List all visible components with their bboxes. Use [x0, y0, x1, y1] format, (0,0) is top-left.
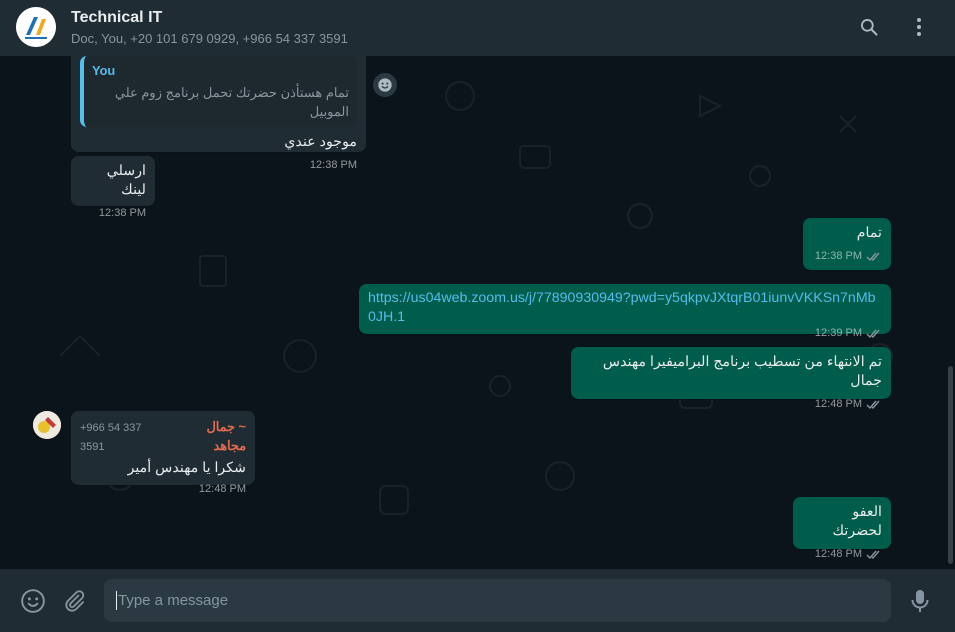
message-bubble-outgoing[interactable]: العفو لحضرتك 12:48 PM: [793, 497, 891, 560]
message-link[interactable]: https://us04web.zoom.us/j/77890930949?pw…: [368, 289, 882, 327]
message-meta: 12:48 PM: [80, 480, 246, 499]
double-check-icon: [866, 252, 880, 262]
scrollbar[interactable]: [948, 366, 953, 564]
quote-author: You: [92, 63, 116, 78]
microphone-icon[interactable]: [906, 587, 934, 615]
message-meta: 12:48 PM: [580, 395, 882, 414]
message-text: موجود عندي: [284, 134, 357, 150]
message-text: شكرا يا مهندس أمير: [127, 460, 246, 476]
message-time: 12:39 PM: [814, 327, 862, 339]
message-text: تمام: [856, 225, 882, 241]
message-bubble-outgoing[interactable]: تم الانتهاء من تسطيب برنامج البراميفيرا …: [571, 347, 891, 410]
message-time: 12:38 PM: [309, 159, 357, 171]
text-caret: [116, 591, 117, 610]
message-meta: 12:39 PM: [368, 324, 882, 343]
emoji-icon[interactable]: [19, 587, 47, 615]
double-check-icon: [866, 400, 880, 410]
double-check-icon: [866, 550, 880, 560]
menu-icon[interactable]: [906, 14, 932, 40]
message-bubble-outgoing[interactable]: https://us04web.zoom.us/j/77890930949?pw…: [359, 284, 891, 339]
message-bubble-incoming[interactable]: You تمام هستأذن حضرتك تحمل برنامج زوم عل…: [71, 56, 366, 171]
message-meta: 12:38 PM: [812, 247, 882, 266]
double-check-icon: [866, 329, 880, 339]
message-time: 12:38 PM: [814, 250, 862, 262]
composer-bar: [0, 569, 955, 632]
message-time: 12:48 PM: [814, 398, 862, 410]
message-time: 12:48 PM: [198, 483, 246, 495]
quote-text: تمام هستأذن حضرتك تحمل برنامج زوم علي ال…: [114, 85, 349, 119]
message-bubble-incoming[interactable]: ارسلي لينك 12:38 PM: [71, 156, 155, 219]
attach-icon[interactable]: [60, 587, 88, 615]
message-text: العفو لحضرتك: [832, 504, 882, 539]
message-meta: 12:48 PM: [802, 545, 882, 564]
sender-avatar[interactable]: [33, 411, 61, 439]
emoji-reaction-icon[interactable]: [373, 73, 397, 97]
chat-header: Technical IT Doc, You, +20 101 679 0929,…: [0, 0, 955, 56]
message-time: 12:48 PM: [814, 548, 862, 560]
message-input[interactable]: [104, 579, 891, 622]
sender-info: +966 54 337 3591 ~ جمال مجاهد: [80, 417, 246, 457]
sender-name[interactable]: ~ جمال مجاهد: [174, 417, 246, 455]
message-list[interactable]: You تمام هستأذن حضرتك تحمل برنامج زوم عل…: [0, 56, 955, 569]
search-icon[interactable]: [856, 14, 882, 40]
message-bubble-incoming[interactable]: +966 54 337 3591 ~ جمال مجاهد شكرا يا مه…: [71, 411, 255, 495]
message-meta: 12:38 PM: [80, 204, 146, 223]
chat-title[interactable]: Technical IT: [71, 9, 162, 27]
message-time: 12:38 PM: [98, 207, 146, 219]
message-bubble-outgoing[interactable]: تمام 12:38 PM: [803, 218, 891, 270]
quoted-message[interactable]: You تمام هستأذن حضرتك تحمل برنامج زوم عل…: [80, 56, 357, 127]
group-avatar[interactable]: [16, 7, 56, 47]
sender-number[interactable]: +966 54 337 3591: [80, 419, 164, 457]
message-text: ارسلي لينك: [106, 163, 146, 198]
chat-participants[interactable]: Doc, You, +20 101 679 0929, +966 54 337 …: [71, 31, 348, 46]
message-text: تم الانتهاء من تسطيب برنامج البراميفيرا …: [602, 354, 882, 389]
